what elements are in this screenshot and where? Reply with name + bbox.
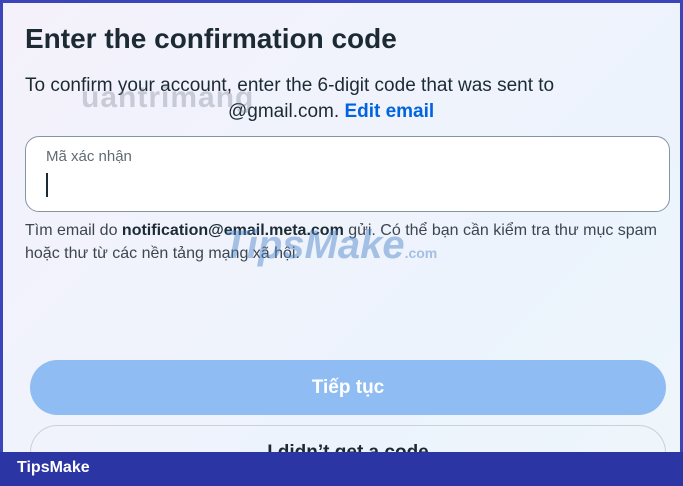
- confirmation-code-field[interactable]: Mã xác nhận: [25, 136, 670, 212]
- footer-brand: TipsMake: [17, 459, 90, 476]
- text-caret: [46, 173, 48, 197]
- no-code-button[interactable]: I didn’t get a code: [30, 425, 666, 452]
- confirmation-code-input[interactable]: [50, 171, 650, 199]
- continue-button[interactable]: Tiếp tục: [30, 360, 666, 415]
- edit-email-link[interactable]: Edit email: [344, 101, 434, 122]
- masked-email: @gmail.com.: [228, 101, 340, 122]
- instruction-text: To confirm your account, enter the 6-dig…: [25, 73, 655, 125]
- confirmation-dialog: Enter the confirmation code To confirm y…: [0, 0, 683, 452]
- email-hint-text: Tìm email do notification@email.meta.com…: [25, 219, 665, 265]
- hint-prefix: Tìm email do: [25, 222, 122, 239]
- sender-email: notification@email.meta.com: [121, 222, 344, 239]
- confirmation-code-label: Mã xác nhận: [46, 148, 132, 165]
- page-title: Enter the confirmation code: [25, 23, 397, 54]
- footer-bar: TipsMake: [0, 452, 683, 486]
- instruction-prefix: To confirm your account, enter the 6-dig…: [25, 75, 555, 96]
